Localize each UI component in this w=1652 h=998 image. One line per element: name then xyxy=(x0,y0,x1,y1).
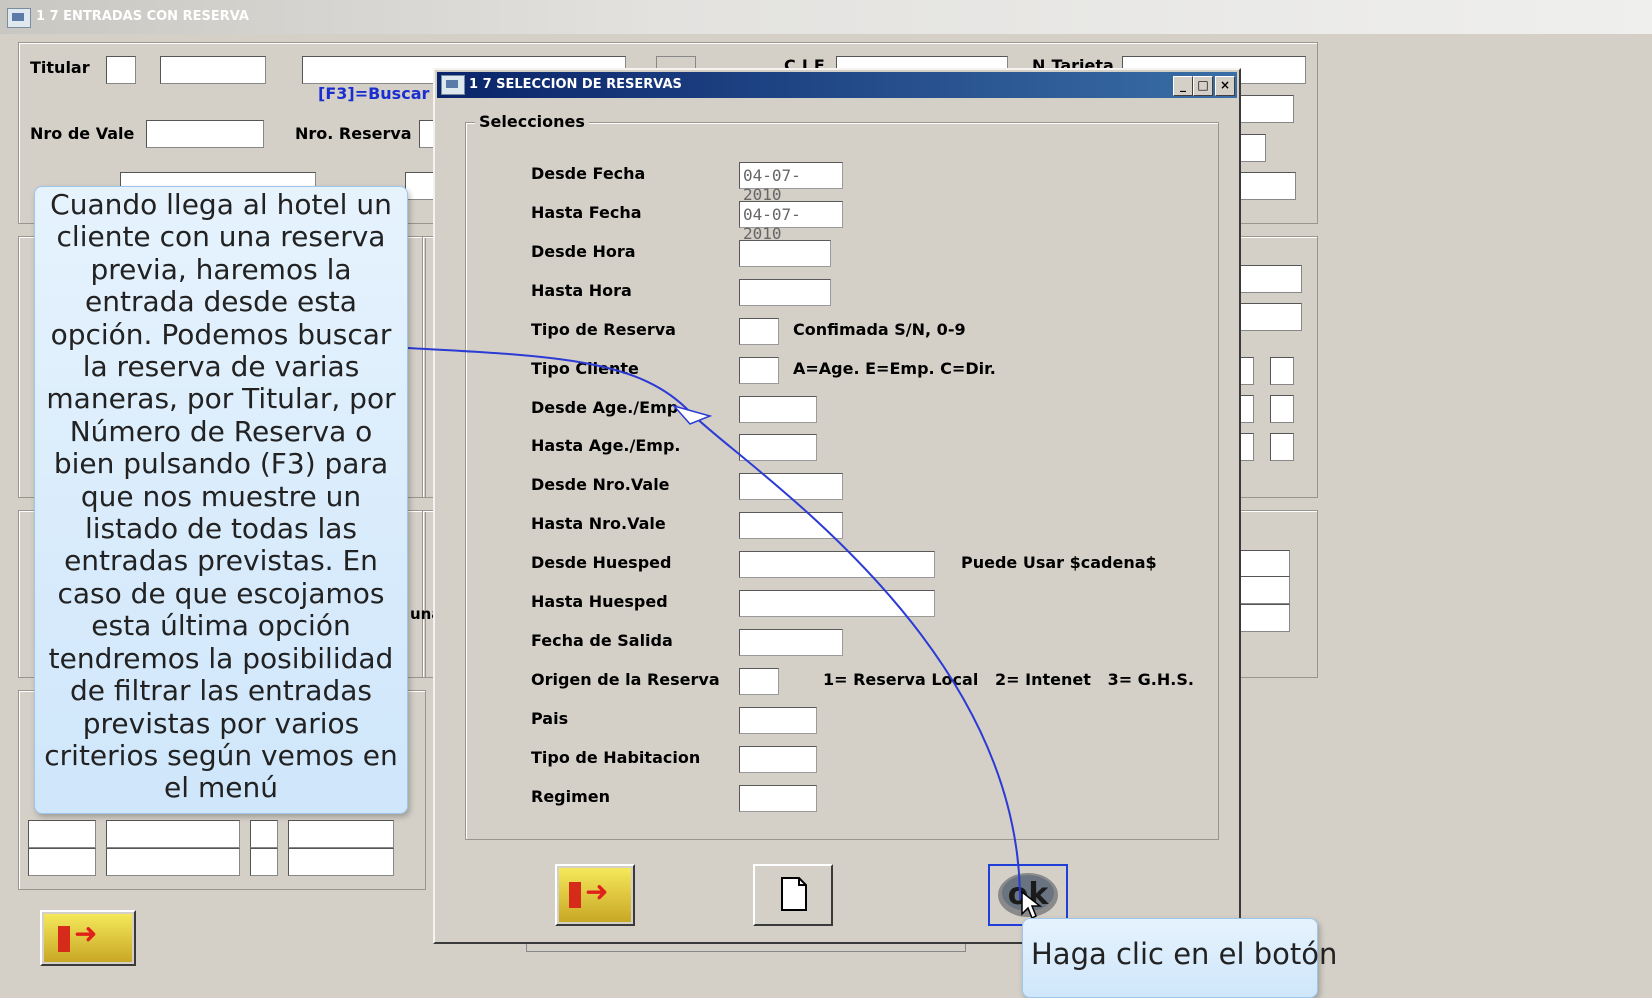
maximize-button[interactable]: □ xyxy=(1193,76,1213,96)
side-input-8[interactable] xyxy=(1240,433,1254,461)
side-input-1[interactable] xyxy=(1240,95,1294,123)
hasta-fecha-input[interactable]: 04-07-2010 xyxy=(739,201,843,243)
titular-label: Titular xyxy=(30,58,90,77)
titular-code-input[interactable] xyxy=(106,56,136,84)
dialog-exit-button[interactable]: ➜ xyxy=(555,864,635,926)
side-input-9[interactable] xyxy=(1240,550,1290,578)
side-input-5[interactable] xyxy=(1240,303,1302,331)
grid-cell[interactable] xyxy=(106,848,240,876)
hasta-nro-vale-label: Hasta Nro.Vale xyxy=(531,514,666,533)
tipo-cliente-hint: A=Age. E=Emp. C=Dir. xyxy=(793,359,996,378)
pais-input[interactable] xyxy=(739,707,817,734)
side-input-7[interactable] xyxy=(1240,395,1254,423)
origen-reserva-hint: 1= Reserva Local 2= Intenet 3= G.H.S. xyxy=(823,670,1194,689)
side-input-3[interactable] xyxy=(1240,172,1296,200)
desde-nro-vale-input[interactable] xyxy=(739,473,843,500)
dialog-title: 1 7 SELECCION DE RESERVAS xyxy=(469,77,682,92)
hasta-age-emp-label: Hasta Age./Emp. xyxy=(531,436,681,455)
side-check-1[interactable] xyxy=(1270,357,1294,385)
grid-cell[interactable] xyxy=(250,848,278,876)
desde-fecha-label: Desde Fecha xyxy=(531,164,646,183)
side-input-2[interactable] xyxy=(1240,134,1266,162)
tipo-cliente-input[interactable] xyxy=(739,357,779,384)
side-check-3[interactable] xyxy=(1270,433,1294,461)
desde-nro-vale-label: Desde Nro.Vale xyxy=(531,475,670,494)
minimize-button[interactable]: _ xyxy=(1173,76,1193,96)
desde-huesped-input[interactable] xyxy=(739,551,935,578)
titular-id-input[interactable] xyxy=(160,56,266,84)
tipo-reserva-hint: Confimada S/N, 0-9 xyxy=(793,320,966,339)
tipo-habitacion-input[interactable] xyxy=(739,746,817,773)
desde-huesped-label: Desde Huesped xyxy=(531,553,672,572)
app-icon xyxy=(7,8,31,28)
tutorial-callout: Cuando llega al hotel un cliente con una… xyxy=(34,186,408,814)
grid-cell[interactable] xyxy=(106,820,240,848)
mouse-pointer-icon xyxy=(1021,890,1042,920)
origen-reserva-input[interactable] xyxy=(739,668,779,695)
exit-icon: ➜ xyxy=(559,868,631,922)
side-input-11[interactable] xyxy=(1240,604,1290,632)
grid-cell[interactable] xyxy=(28,848,96,876)
main-window-title: 1 7 ENTRADAS CON RESERVA xyxy=(36,9,249,24)
click-callout: Haga clic en el botón xyxy=(1022,918,1337,998)
exit-icon: ➜ xyxy=(44,914,132,962)
new-document-icon xyxy=(781,877,807,911)
grid-cell[interactable] xyxy=(28,820,96,848)
hasta-huesped-label: Hasta Huesped xyxy=(531,592,668,611)
side-check-2[interactable] xyxy=(1270,395,1294,423)
nro-vale-label: Nro de Vale xyxy=(30,124,135,143)
hasta-hora-input[interactable] xyxy=(739,279,831,306)
hasta-nro-vale-input[interactable] xyxy=(739,512,843,539)
hasta-age-emp-input[interactable] xyxy=(739,434,817,461)
grid-cell[interactable] xyxy=(250,820,278,848)
desde-hora-label: Desde Hora xyxy=(531,242,636,261)
pais-label: Pais xyxy=(531,709,569,728)
side-input-6[interactable] xyxy=(1240,357,1254,385)
desde-age-emp-input[interactable] xyxy=(739,396,817,423)
nro-vale-input[interactable] xyxy=(146,120,264,148)
f3-search-hint: [F3]=Buscar E xyxy=(318,84,446,103)
hasta-fecha-label: Hasta Fecha xyxy=(531,203,642,222)
tipo-reserva-input[interactable] xyxy=(739,318,779,345)
fecha-salida-label: Fecha de Salida xyxy=(531,631,673,650)
status-frame xyxy=(526,944,966,952)
tarjeta2-input[interactable] xyxy=(405,172,435,200)
hasta-hora-label: Hasta Hora xyxy=(531,281,632,300)
hasta-huesped-input[interactable] xyxy=(739,590,935,617)
main-window-titlebar: 1 7 ENTRADAS CON RESERVA xyxy=(0,0,1652,34)
side-input-4[interactable] xyxy=(1240,265,1302,293)
desde-hora-input[interactable] xyxy=(739,240,831,267)
desde-fecha-input[interactable]: 04-07-2010 xyxy=(739,162,843,204)
dialog-app-icon xyxy=(441,75,465,95)
regimen-label: Regimen xyxy=(531,787,611,806)
main-exit-button[interactable]: ➜ xyxy=(40,910,136,966)
side-input-10[interactable] xyxy=(1240,576,1290,604)
selecciones-group-label: Selecciones xyxy=(475,112,589,131)
close-button[interactable]: × xyxy=(1215,76,1235,96)
new-document-button[interactable] xyxy=(753,864,833,926)
selection-dialog: 1 7 SELECCION DE RESERVAS _ □ × Seleccio… xyxy=(433,68,1241,944)
fecha-salida-input[interactable] xyxy=(739,629,843,656)
regimen-input[interactable] xyxy=(739,785,817,812)
tipo-cliente-label: Tipo Cliente xyxy=(531,359,639,378)
tipo-reserva-label: Tipo de Reserva xyxy=(531,320,676,339)
dialog-titlebar: 1 7 SELECCION DE RESERVAS _ □ × xyxy=(437,72,1237,98)
desde-age-emp-label: Desde Age./Emp. xyxy=(531,398,685,417)
desde-huesped-hint: Puede Usar $cadena$ xyxy=(961,553,1157,572)
grid-cell[interactable] xyxy=(288,848,394,876)
tipo-habitacion-label: Tipo de Habitacion xyxy=(531,748,701,767)
grid-cell[interactable] xyxy=(288,820,394,848)
origen-reserva-label: Origen de la Reserva xyxy=(531,670,720,689)
nro-reserva-label: Nro. Reserva xyxy=(295,124,412,143)
